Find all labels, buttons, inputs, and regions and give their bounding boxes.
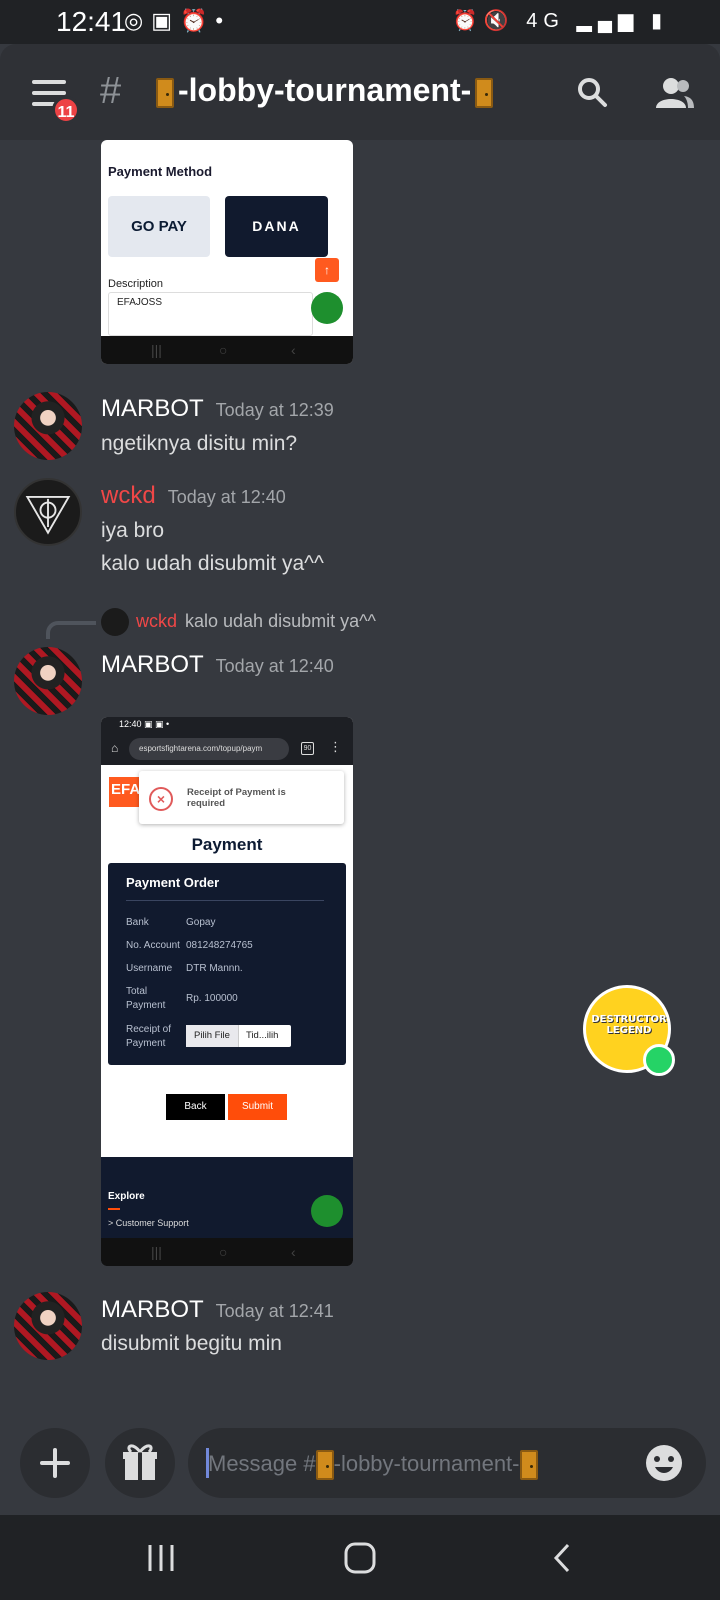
- gift-icon: [123, 1444, 157, 1480]
- message-author[interactable]: MARBOT Today at 12:39: [101, 395, 334, 423]
- reply-author[interactable]: wckd: [136, 611, 177, 632]
- kebab-menu-icon: ⋮: [329, 739, 342, 754]
- door-emoji-icon: [519, 1450, 538, 1480]
- avatar-marbot[interactable]: [14, 392, 82, 460]
- payment-method-title: Payment Method: [108, 164, 213, 179]
- row-value: DTR Mannn.: [186, 963, 243, 974]
- message-timestamp: Today at 12:40: [215, 656, 334, 676]
- search-icon[interactable]: [576, 76, 608, 108]
- message-list[interactable]: Payment Method GO PAY DANA ↑ Description…: [0, 140, 720, 1405]
- message-text: iya bro: [101, 519, 165, 542]
- door-emoji-icon: [156, 77, 174, 108]
- message-timestamp: Today at 12:41: [215, 1301, 334, 1321]
- row-value: Rp. 100000: [186, 993, 238, 1004]
- footer-title: Explore: [108, 1191, 145, 1202]
- system-nav-bar: [0, 1515, 720, 1600]
- notification-badge: 11: [52, 96, 80, 124]
- inner-status-bar: 12:40 ▣ ▣ •: [101, 717, 353, 733]
- status-time: 12:41: [56, 6, 127, 37]
- attachment-image-payment-method[interactable]: Payment Method GO PAY DANA ↑ Description…: [101, 140, 353, 364]
- reply-connector: [46, 621, 96, 639]
- channel-title: -lobby-tournament-: [152, 72, 497, 109]
- description-label: Description: [108, 278, 164, 290]
- footer-link: > Customer Support: [108, 1218, 189, 1228]
- plus-icon: [40, 1448, 70, 1478]
- row-value: Gopay: [186, 917, 216, 928]
- payment-order-title: Payment Order: [126, 875, 220, 890]
- status-icons-right: ⏰🔇 4G ▂▄▆ ▮: [452, 10, 668, 32]
- submit-button: Submit: [228, 1094, 287, 1120]
- emoji-icon[interactable]: [644, 1443, 684, 1483]
- row-value: 081248274765: [186, 940, 253, 951]
- door-emoji-icon: [315, 1450, 334, 1480]
- dana-option: DANA: [225, 196, 328, 257]
- divider: [126, 900, 324, 901]
- tab-count: 90: [301, 742, 314, 755]
- hash-icon: #: [100, 70, 122, 112]
- payment-order-card: Payment Order Bank Gopay No. Account 081…: [108, 863, 346, 1065]
- payment-title: Payment: [191, 835, 263, 854]
- message-author[interactable]: MARBOT Today at 12:40: [101, 651, 334, 679]
- message-timestamp: Today at 12:40: [167, 487, 286, 507]
- scroll-top-icon: ↑: [315, 258, 339, 282]
- gopay-option: GO PAY: [108, 196, 210, 257]
- message-composer: Message # -lobby-tournament-: [0, 1405, 720, 1515]
- home-icon: ⌂: [111, 741, 119, 755]
- row-label: Username: [126, 963, 173, 974]
- recent-apps-icon[interactable]: [144, 1541, 178, 1575]
- avatar-marbot[interactable]: [14, 1292, 82, 1360]
- gift-button[interactable]: [105, 1428, 175, 1498]
- url-field: esportsfightarena.com/topup/paym: [129, 738, 289, 760]
- whatsapp-icon: [311, 292, 343, 324]
- door-emoji-icon: [475, 77, 494, 108]
- channel-header: 11 # -lobby-tournament-: [0, 44, 720, 140]
- chat-head-label: DESTRUCTOR LEGEND: [591, 1014, 667, 1036]
- status-bar: 12:41 ◎▣⏰• ⏰🔇 4G ▂▄▆ ▮: [0, 0, 720, 44]
- back-button: Back: [166, 1094, 225, 1120]
- footer-underline: [108, 1208, 120, 1210]
- home-icon[interactable]: [343, 1541, 377, 1575]
- avatar-marbot[interactable]: [14, 647, 82, 715]
- status-icons-left: ◎▣⏰•: [124, 8, 232, 33]
- file-status: Tid...ilih: [246, 1030, 279, 1041]
- row-label: No. Account: [126, 940, 180, 951]
- network-type: 4G: [526, 10, 565, 32]
- phone-nav-bar: ||| ○ ‹: [101, 1238, 353, 1266]
- members-icon[interactable]: [654, 76, 694, 110]
- reply-preview[interactable]: kalo udah disubmit ya^^: [185, 611, 376, 632]
- receipt-label: Receipt of Payment: [126, 1024, 172, 1049]
- avatar-wckd[interactable]: [14, 478, 82, 546]
- message-author[interactable]: MARBOT Today at 12:41: [101, 1296, 334, 1324]
- attachment-image-payment-page[interactable]: 12:40 ▣ ▣ • ⌂ esportsfightarena.com/topu…: [101, 717, 353, 1266]
- whatsapp-icon: [643, 1044, 675, 1076]
- error-message: Receipt of Payment is required: [187, 787, 286, 809]
- channel-name: -lobby-tournament-: [178, 72, 472, 108]
- whatsapp-icon: [311, 1195, 343, 1227]
- error-icon: ×: [149, 787, 173, 811]
- description-field: EFAJOSS: [108, 292, 313, 336]
- message-author[interactable]: wckd Today at 12:40: [101, 482, 286, 510]
- back-icon[interactable]: [546, 1541, 580, 1575]
- browser-bar: ⌂ esportsfightarena.com/topup/paym 90 ⋮: [101, 733, 353, 765]
- phone-nav-bar: ||| ○ ‹: [101, 336, 353, 364]
- message-text: disubmit begitu min: [101, 1332, 282, 1355]
- message-placeholder: Message # -lobby-tournament-: [208, 1450, 538, 1480]
- message-text: kalo udah disubmit ya^^: [101, 552, 324, 575]
- row-label: Bank: [126, 917, 149, 928]
- add-attachment-button[interactable]: [20, 1428, 90, 1498]
- message-timestamp: Today at 12:39: [215, 400, 334, 420]
- efa-logo: EFA: [109, 777, 143, 807]
- reply-avatar: [101, 608, 129, 636]
- message-text: ngetiknya disitu min?: [101, 432, 298, 455]
- error-toast: × Receipt of Payment is required: [139, 771, 344, 824]
- file-input: Pilih File Tid...ilih: [186, 1025, 291, 1047]
- message-input[interactable]: Message # -lobby-tournament-: [188, 1428, 706, 1498]
- choose-file-button: Pilih File: [186, 1025, 239, 1047]
- row-label: Total Payment: [126, 986, 166, 1011]
